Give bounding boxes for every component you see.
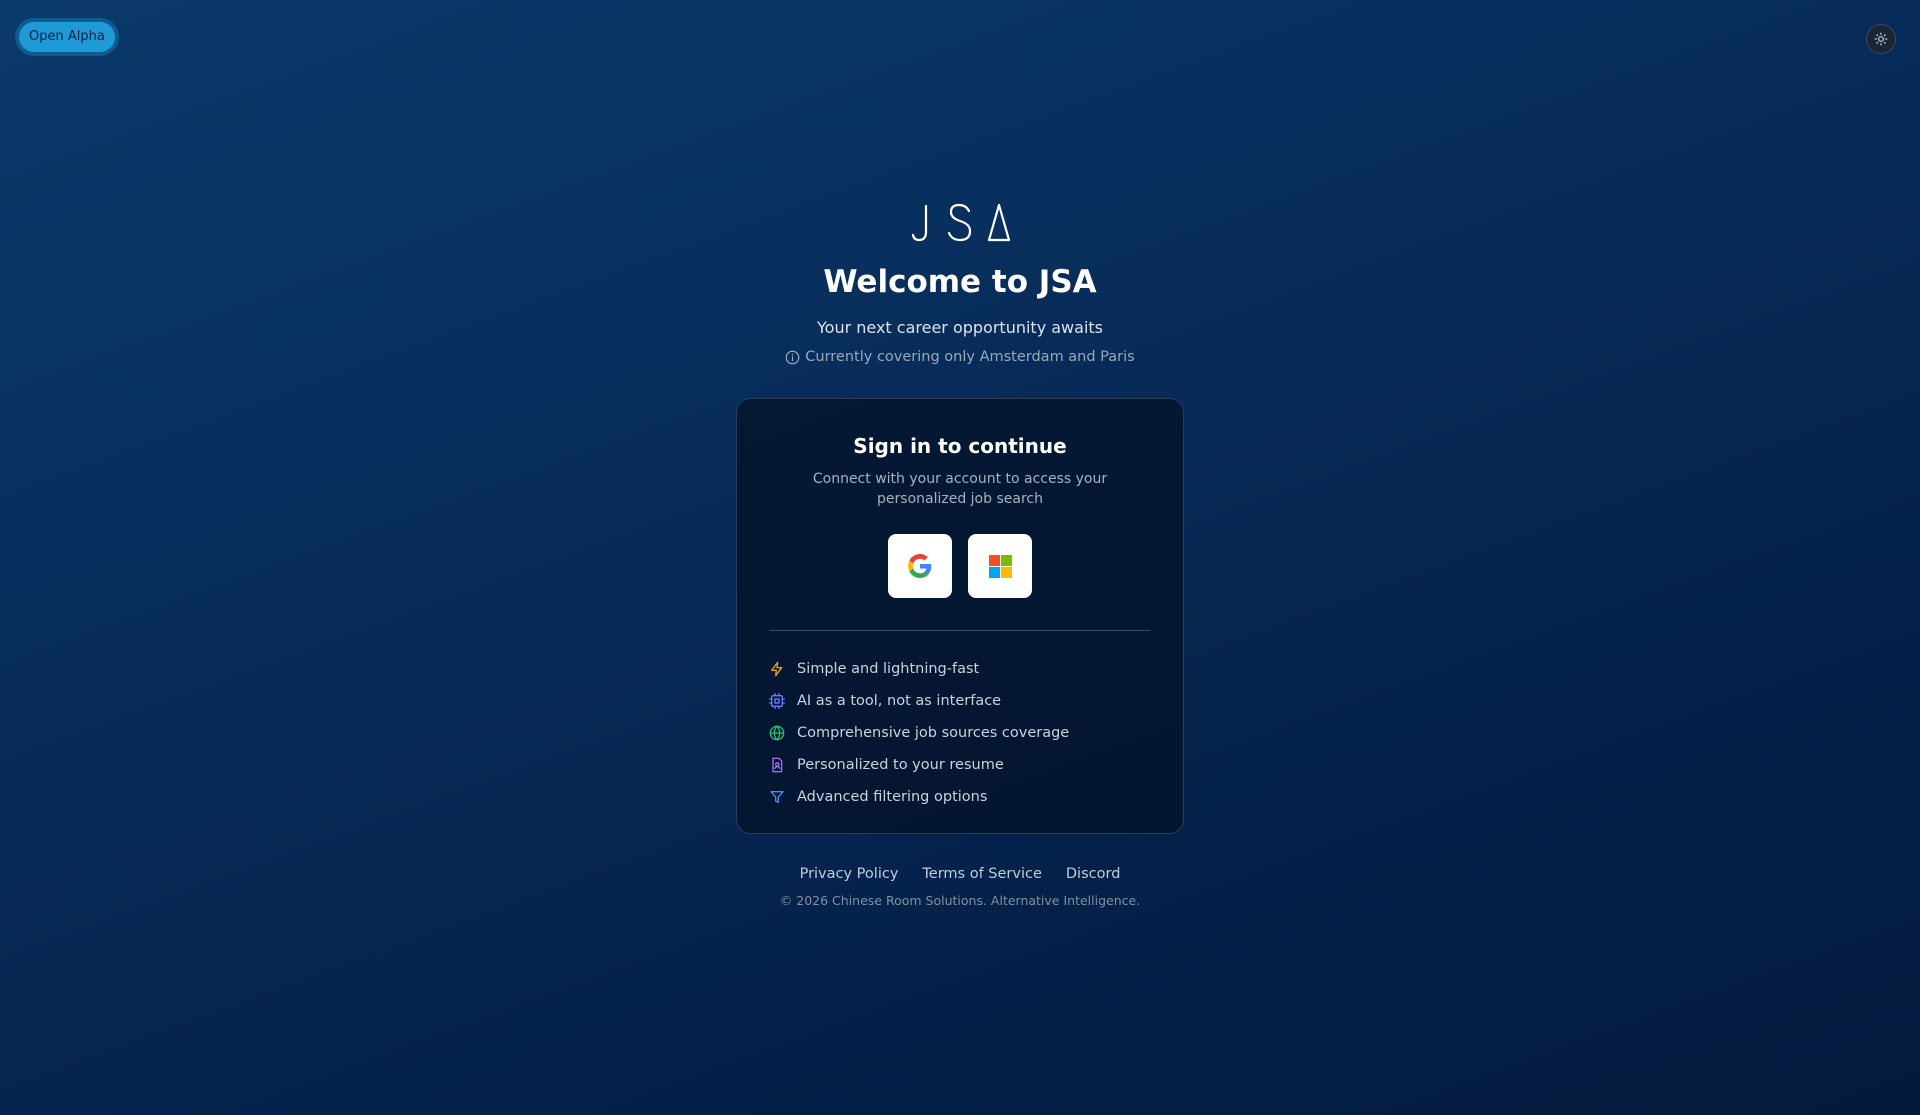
coverage-text: Currently covering only Amsterdam and Pa… — [805, 349, 1135, 365]
signin-title: Sign in to continue — [853, 434, 1067, 458]
feature-list: Simple and lightning-fast AI as a tool, … — [769, 653, 1151, 813]
chip-icon — [769, 693, 785, 709]
jsa-logo — [911, 203, 1010, 242]
open-alpha-badge: Open Alpha — [19, 22, 115, 52]
microsoft-signin-button[interactable] — [968, 534, 1032, 598]
feature-label: Simple and lightning-fast — [797, 661, 980, 677]
theme-toggle-button[interactable] — [1866, 24, 1896, 54]
signin-providers — [769, 534, 1151, 598]
copyright: © 2026 Chinese Room Solutions. Alternati… — [779, 893, 1141, 908]
feature-item: AI as a tool, not as interface — [769, 685, 1151, 717]
page-title: Welcome to JSA — [823, 264, 1097, 300]
feature-item: Advanced filtering options — [769, 781, 1151, 813]
divider — [769, 630, 1151, 631]
lightning-icon — [771, 661, 783, 677]
globe-icon — [769, 725, 785, 741]
feature-label: Comprehensive job sources coverage — [797, 725, 1070, 741]
feature-label: AI as a tool, not as interface — [797, 693, 1002, 709]
feature-item: Simple and lightning-fast — [769, 653, 1151, 685]
feature-label: Personalized to your resume — [797, 757, 1004, 773]
signin-card: Sign in to continue Connect with your ac… — [736, 398, 1184, 834]
signin-subtitle: Connect with your account to access your… — [812, 471, 1108, 507]
terms-of-service-link[interactable]: Terms of Service — [922, 866, 1041, 882]
tagline: Your next career opportunity awaits — [817, 318, 1103, 337]
info-icon — [785, 350, 800, 364]
feature-item: Comprehensive job sources coverage — [769, 717, 1151, 749]
google-icon — [908, 554, 932, 578]
feature-item: Personalized to your resume — [769, 749, 1151, 781]
feature-label: Advanced filtering options — [797, 789, 988, 805]
coverage-note: Currently covering only Amsterdam and Pa… — [0, 349, 1920, 365]
filter-icon — [770, 791, 784, 803]
footer-links: Privacy Policy Terms of Service Discord — [0, 866, 1920, 882]
google-signin-button[interactable] — [888, 534, 952, 598]
privacy-policy-link[interactable]: Privacy Policy — [800, 866, 899, 882]
resume-icon — [772, 757, 783, 773]
hero-section: Welcome to JSA Your next career opportun… — [0, 200, 1920, 365]
discord-link[interactable]: Discord — [1066, 866, 1121, 882]
sun-icon — [1874, 32, 1888, 46]
microsoft-icon — [988, 554, 1012, 578]
